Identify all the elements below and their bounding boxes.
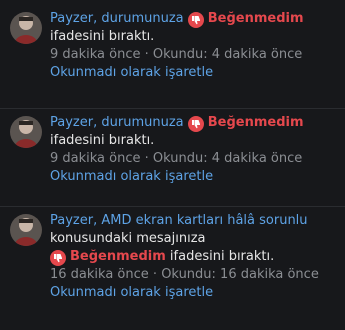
avatar-image (10, 116, 42, 148)
divider (0, 206, 345, 207)
meta-dot: · (144, 47, 149, 62)
time-ago: 9 dakika önce (50, 47, 141, 62)
time-ago: 9 dakika önce (50, 151, 141, 166)
user-link[interactable]: Payzer (50, 11, 93, 26)
mark-unread-link[interactable]: Okunmadı olarak işaretle (50, 169, 213, 184)
reaction: Beğenmedim (50, 248, 166, 266)
notification-meta: 16 dakika önce · Okundu: 16 dakika önce (50, 266, 341, 284)
separator: , (93, 213, 98, 228)
notification-item[interactable]: Payzer, durumunuza Beğenmedim ifadesini … (0, 114, 345, 186)
read-time: Okundu: 4 dakika önce (152, 151, 303, 166)
notification-item[interactable]: Payzer, durumunuza Beğenmedim ifadesini … (0, 10, 345, 82)
notification-meta: 9 dakika önce · Okundu: 4 dakika önce (50, 150, 341, 168)
target-link[interactable]: durumunuza (101, 11, 183, 26)
read-time: Okundu: 4 dakika önce (152, 47, 303, 62)
user-link[interactable]: Payzer (50, 213, 93, 228)
user-link[interactable]: Payzer (50, 115, 93, 130)
notification-text: ifadesini bıraktı. (50, 29, 155, 44)
separator: , (93, 11, 98, 26)
time-ago: 16 dakika önce (50, 267, 149, 282)
notification-item[interactable]: Payzer, AMD ekran kartları hâlâ sorunlu … (0, 212, 345, 302)
mark-unread-link[interactable]: Okunmadı olarak işaretle (50, 285, 213, 300)
reaction-label: Beğenmedim (207, 11, 304, 26)
avatar-image (10, 214, 42, 246)
avatar[interactable] (10, 116, 42, 148)
thumbs-down-icon (187, 115, 204, 132)
avatar[interactable] (10, 12, 42, 44)
target-link[interactable]: durumunuza (101, 115, 183, 130)
target-link[interactable]: AMD ekran kartları hâlâ sorunlu (101, 213, 307, 228)
separator: , (93, 115, 98, 130)
mark-unread-link[interactable]: Okunmadı olarak işaretle (50, 65, 213, 80)
meta-dot: · (152, 267, 158, 282)
notification-text: ifadesini bıraktı. (169, 249, 275, 264)
thumbs-down-icon (50, 249, 66, 266)
notification-text: ifadesini bıraktı. (50, 133, 155, 148)
avatar[interactable] (10, 214, 42, 246)
meta-dot: · (144, 151, 149, 166)
avatar-image (10, 12, 42, 44)
reaction-label: Beğenmedim (207, 115, 304, 130)
reaction-label: Beğenmedim (70, 249, 166, 264)
divider (0, 108, 345, 109)
thumbs-down-icon (187, 11, 204, 28)
notification-meta: 9 dakika önce · Okundu: 4 dakika önce (50, 46, 341, 64)
read-time: Okundu: 16 dakika önce (161, 267, 319, 282)
reaction: Beğenmedim (187, 10, 304, 28)
notification-text-pre: konusundaki mesajınıza (50, 231, 206, 246)
reaction: Beğenmedim (187, 114, 304, 132)
